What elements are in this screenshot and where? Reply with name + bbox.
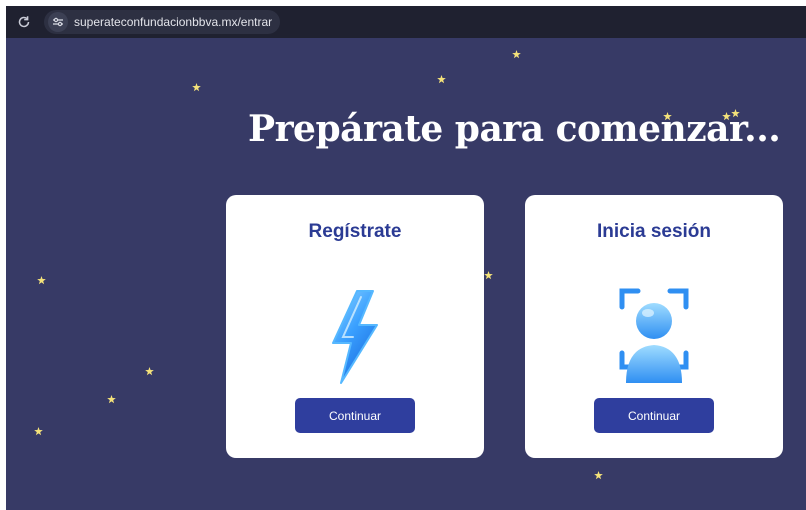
page-title: Prepárate para comenzar... [248,108,781,150]
star-icon [107,395,116,404]
login-title: Inicia sesión [596,221,712,242]
star-icon [37,276,46,285]
site-settings-icon[interactable] [48,12,68,32]
star-icon [192,83,201,92]
register-continue-button[interactable]: Continuar [295,398,415,433]
star-icon [34,427,43,436]
browser-toolbar: superateconfundacionbbva.mx/entrar [6,6,806,38]
star-icon [437,75,446,84]
register-title: Regístrate [308,221,402,242]
address-bar[interactable]: superateconfundacionbbva.mx/entrar [44,10,280,34]
url-text[interactable]: superateconfundacionbbva.mx/entrar [74,15,272,29]
star-icon [484,271,493,280]
star-icon [145,367,154,376]
login-card: Inicia sesión Continuar [525,195,783,458]
star-icon [594,471,603,480]
star-icon [512,50,521,59]
login-continue-button[interactable]: Continuar [594,398,714,433]
face-id-user-icon [619,288,689,383]
register-card: Regístrate Continuar [226,195,484,458]
reload-icon[interactable] [12,10,36,34]
page-content: Prepárate para comenzar... Regístrate Co… [6,38,806,510]
lightning-bolt-icon [332,290,378,384]
